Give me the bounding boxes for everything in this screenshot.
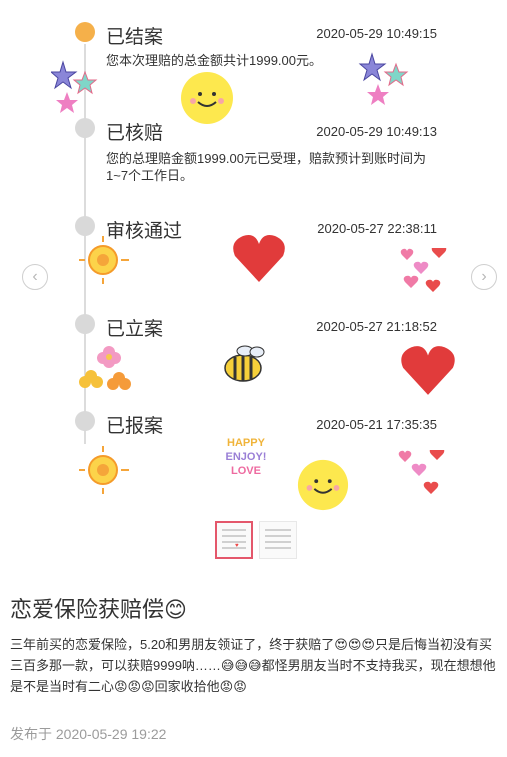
timeline-dot	[75, 118, 95, 138]
timeline-dot-active	[75, 22, 95, 42]
timeline-status: 已报案	[106, 416, 164, 437]
timeline-time: 2020-05-29 10:49:13	[316, 124, 437, 139]
post-body: 三年前买的恋爱保险，5.20和男朋友领证了，终于获赔了😍😍😍只是后悔当初没有买三…	[10, 637, 496, 694]
carousel-prev-button[interactable]: ‹	[22, 264, 48, 290]
image-carousel: 已结案 2020-05-29 10:49:15 您本次理赔的总金额共计1999.…	[0, 0, 507, 520]
sticker-text-line: LOVE	[231, 465, 261, 477]
bee-icon	[224, 345, 265, 382]
carousel-slide-claim-timeline: 已结案 2020-05-29 10:49:15 您本次理赔的总金额共计1999.…	[51, 12, 469, 512]
timeline-time: 2020-05-27 21:18:52	[316, 319, 437, 334]
carousel-next-button[interactable]: ›	[471, 264, 497, 290]
red-heart-icon	[233, 235, 285, 282]
chevron-left-icon: ‹	[32, 268, 38, 285]
timeline-desc: 您的总理赔金额1999.00元已受理，赔款预计到账时间为1~7个工作日。	[106, 151, 426, 183]
thumbnail-2[interactable]	[259, 521, 297, 559]
sun-icon	[79, 236, 129, 284]
small-hearts-icon	[400, 248, 447, 292]
post-date: 发布于 2020-05-29 19:22	[10, 726, 167, 742]
thumbnail-1[interactable]: ♥	[215, 521, 253, 559]
stars-sticker-icon	[358, 52, 409, 105]
post-title: 恋爱保险获赔偿😊	[10, 597, 187, 622]
carousel-thumbnails: ♥	[215, 521, 297, 559]
timeline-dot	[75, 216, 95, 236]
timeline-time: 2020-05-29 10:49:15	[316, 26, 437, 41]
timeline-time: 2020-05-21 17:35:35	[316, 417, 437, 432]
timeline-dot	[75, 314, 95, 334]
sticker-text-line: ENJOY!	[225, 451, 267, 463]
timeline-status: 已核赔	[106, 123, 164, 144]
timeline-status: 已结案	[106, 27, 164, 48]
timeline-status: 已立案	[106, 319, 164, 340]
flowers-icon	[79, 346, 131, 390]
red-heart-icon	[401, 346, 455, 395]
timeline-dot	[75, 411, 95, 431]
smiley-sun-icon	[181, 72, 233, 124]
chevron-right-icon: ›	[481, 268, 487, 285]
small-hearts-icon	[398, 450, 445, 494]
timeline-time: 2020-05-27 22:38:11	[317, 221, 437, 236]
sticker-text-line: HAPPY	[227, 437, 265, 449]
stars-sticker-icon	[51, 60, 98, 113]
sun-icon	[79, 446, 129, 494]
happy-enjoy-love-sticker: HAPPY ENJOY! LOVE	[211, 436, 281, 478]
smiley-sun-icon	[297, 459, 349, 511]
